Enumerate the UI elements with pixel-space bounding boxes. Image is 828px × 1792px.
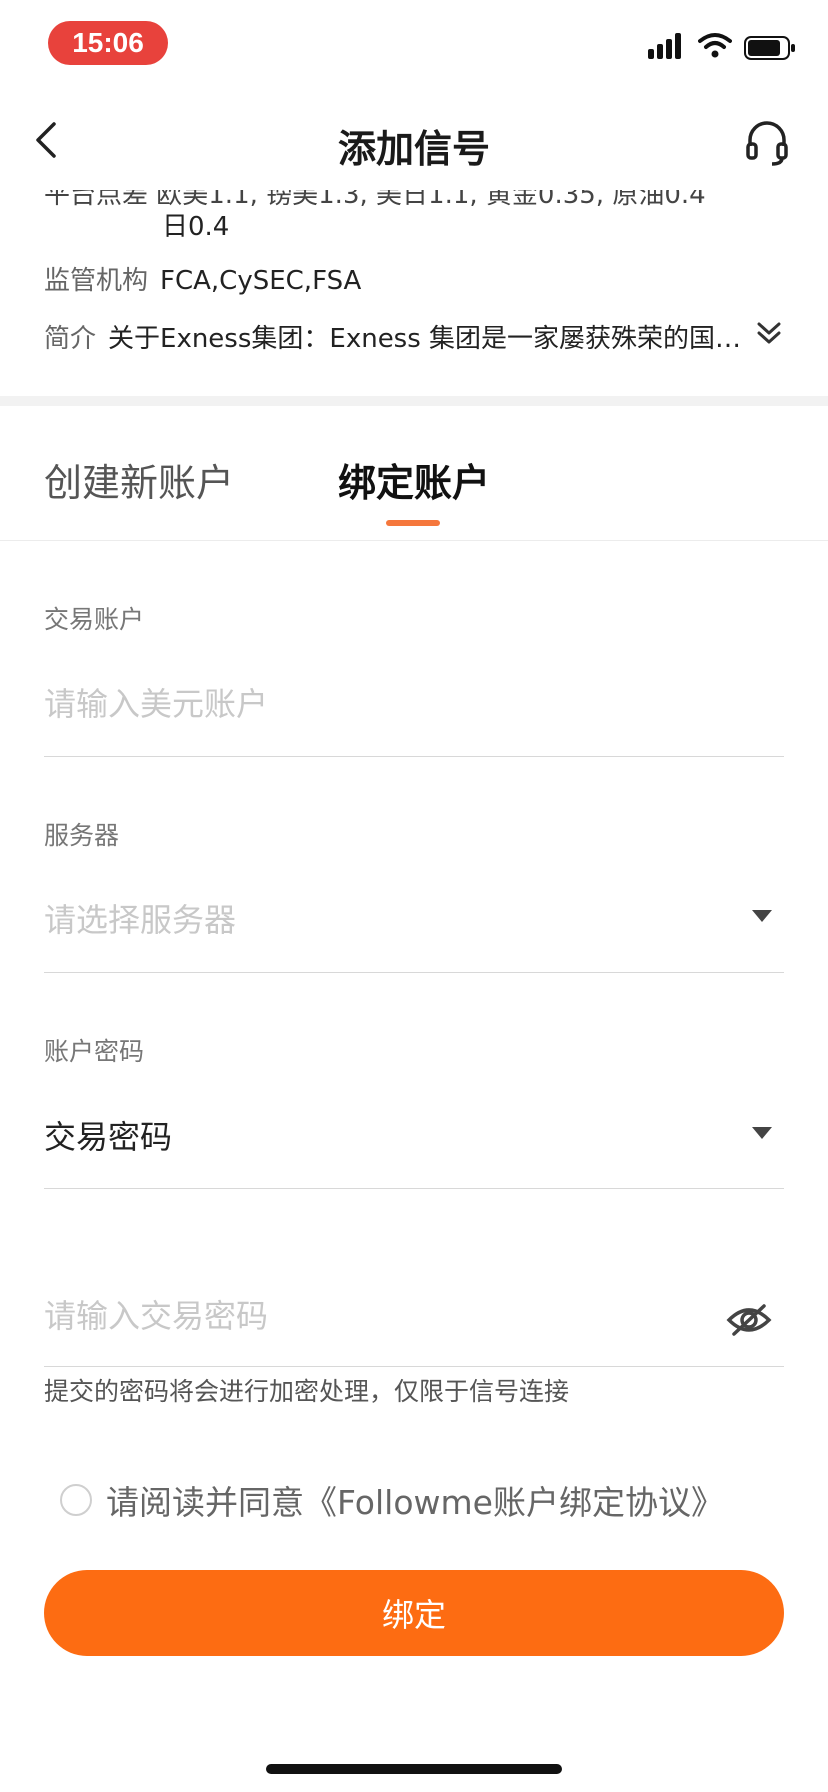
intro-label: 简介 [44, 324, 97, 354]
caret-down-icon[interactable] [752, 910, 772, 922]
regulator-value: FCA,CySEC,FSA [160, 266, 362, 296]
password-hint: 提交的密码将会进行加密处理，仅限于信号连接 [44, 1377, 570, 1406]
account-label: 交易账户 [44, 605, 145, 634]
account-input[interactable] [44, 682, 784, 726]
status-time: 15:06 [48, 21, 168, 65]
agreement-link[interactable]: 《Followme账户绑定协议》 [304, 1476, 724, 1524]
wifi-icon [698, 33, 732, 58]
bind-button[interactable]: 绑定 [44, 1570, 784, 1656]
server-label: 服务器 [44, 821, 120, 850]
password-input[interactable] [44, 1294, 704, 1338]
server-underline [44, 972, 784, 973]
nav-bar: 添加信号 [0, 90, 828, 190]
battery-icon [744, 36, 795, 60]
password-type-underline [44, 1188, 784, 1189]
password-type-select[interactable]: 交易密码 [44, 1112, 172, 1158]
broker-info: 平台点差 欧美1.1, 镑美1.3, 美日1.1, 黄金0.35, 原油0.4 … [0, 190, 828, 395]
server-select[interactable]: 请选择服务器 [44, 895, 236, 941]
account-tabs: 创建新账户 绑定账户 [0, 406, 828, 541]
password-underline [44, 1366, 784, 1367]
active-tab-indicator [386, 520, 440, 526]
caret-down-icon[interactable] [752, 1127, 772, 1139]
account-underline [44, 756, 784, 757]
headset-icon[interactable] [744, 120, 790, 166]
status-bar: 15:06 [0, 0, 828, 90]
agreement-row[interactable]: 请阅读并同意 《Followme账户绑定协议》 [60, 1478, 724, 1522]
agreement-radio[interactable] [60, 1484, 92, 1516]
tab-bind-account[interactable]: 绑定账户 [338, 452, 490, 507]
intro-value: 关于Exness集团：Exness 集团是一家屡获殊荣的国际... [108, 324, 744, 354]
password-type-label: 账户密码 [44, 1037, 145, 1066]
page-title: 添加信号 [337, 127, 490, 171]
spread-info-continued: 日0.4 [162, 212, 230, 242]
cellular-signal-icon [648, 33, 681, 59]
regulator-row: 监管机构 FCA,CySEC,FSA [44, 260, 361, 297]
section-divider [0, 396, 828, 406]
intro-row[interactable]: 简介 关于Exness集团：Exness 集团是一家屡获殊荣的国际... [44, 318, 744, 355]
eye-off-icon[interactable] [726, 1300, 772, 1340]
agreement-text: 请阅读并同意 [106, 1483, 304, 1522]
double-chevron-down-icon[interactable] [754, 318, 784, 348]
regulator-label: 监管机构 [44, 266, 149, 296]
tab-create-account[interactable]: 创建新账户 [44, 452, 234, 507]
spread-info-cutoff: 平台点差 欧美1.1, 镑美1.3, 美日1.1, 黄金0.35, 原油0.4 [44, 190, 706, 210]
home-indicator [266, 1764, 562, 1774]
